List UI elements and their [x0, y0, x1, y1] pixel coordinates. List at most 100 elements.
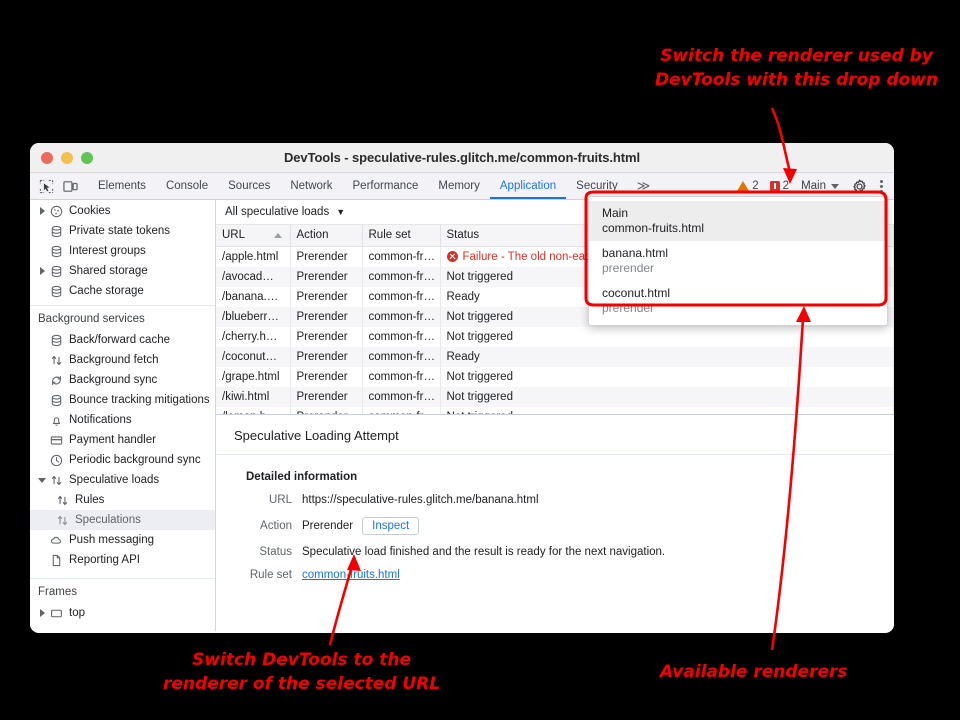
sidebar-item-background-sync[interactable]: Background sync — [30, 370, 215, 390]
more-tabs-icon[interactable]: ≫ — [628, 178, 660, 194]
error-circle-icon — [447, 251, 458, 262]
disclosure-triangle-icon[interactable] — [36, 207, 48, 215]
background-services-group: Back/forward cache Background fetch — [30, 330, 215, 570]
cell-status: Not triggered — [440, 407, 894, 416]
table-row[interactable]: /grape.html Prerender common-fr… Not tri… — [216, 367, 894, 387]
sidebar-item-background-fetch[interactable]: Background fetch — [30, 350, 215, 370]
cell-ruleset: common-fr… — [362, 327, 440, 347]
sidebar-item-push-messaging[interactable]: Push messaging — [30, 530, 215, 550]
settings-button[interactable] — [847, 179, 872, 194]
cell-ruleset: common-fr — [362, 407, 440, 416]
sidebar-item-reporting-api[interactable]: Reporting API — [30, 550, 215, 570]
sidebar-item-notifications[interactable]: Notifications — [30, 410, 215, 430]
tab-elements[interactable]: Elements — [88, 173, 156, 199]
tab-sources[interactable]: Sources — [218, 173, 280, 199]
error-count: 2 — [783, 180, 789, 192]
detail-label-status: Status — [216, 546, 302, 558]
chevron-down-icon — [831, 184, 839, 189]
table-row[interactable]: /kiwi.html Prerender common-fr… Not trig… — [216, 387, 894, 407]
table-row[interactable]: /coconut… Prerender common-fr… Ready — [216, 347, 894, 367]
sidebar-item-shared-storage[interactable]: Shared storage — [30, 261, 215, 281]
sidebar-item-speculations[interactable]: Speculations — [30, 510, 215, 530]
tab-list: Elements Console Sources Network Perform… — [88, 173, 659, 199]
window-titlebar: DevTools - speculative-rules.glitch.me/c… — [30, 143, 894, 173]
tab-performance[interactable]: Performance — [343, 173, 429, 199]
detail-row-status: Status Speculative load finished and the… — [216, 535, 894, 558]
cookie-icon — [48, 205, 64, 218]
sidebar-item-private-state-tokens[interactable]: Private state tokens — [30, 221, 215, 241]
renderer-dropdown[interactable]: Main — [796, 180, 844, 192]
column-header-action[interactable]: Action — [290, 225, 362, 246]
ruleset-link[interactable]: common-fruits.html — [302, 569, 400, 581]
detail-label-url: URL — [216, 494, 302, 506]
sidebar-item-interest-groups[interactable]: Interest groups — [30, 241, 215, 261]
sidebar-item-cache-storage[interactable]: Cache storage — [30, 281, 215, 301]
updown-arrows-icon — [54, 514, 70, 527]
inspect-button[interactable]: Inspect — [362, 517, 419, 535]
renderer-option-banana[interactable]: banana.html prerender — [589, 241, 887, 281]
sidebar-item-payment-handler[interactable]: Payment handler — [30, 430, 215, 450]
disclosure-triangle-icon[interactable] — [36, 478, 48, 483]
disclosure-triangle-icon[interactable] — [36, 609, 48, 617]
application-sidebar[interactable]: Cookies Private state tokens — [30, 200, 216, 631]
tab-network[interactable]: Network — [280, 173, 342, 199]
cell-url: /banana.… — [216, 287, 290, 307]
column-label: URL — [222, 229, 245, 241]
tab-console[interactable]: Console — [156, 173, 218, 199]
sidebar-item-label: Payment handler — [69, 434, 156, 446]
sidebar-item-speculative-loads[interactable]: Speculative loads — [30, 470, 215, 490]
cell-url: /lemon.h — [216, 407, 290, 416]
database-icon — [48, 245, 64, 258]
detail-row-action: Action Prerender Inspect — [216, 506, 894, 535]
column-header-ruleset[interactable]: Rule set — [362, 225, 440, 246]
cell-action: Prerender — [290, 327, 362, 347]
cell-status: Not triggered — [440, 327, 894, 347]
tab-application[interactable]: Application — [490, 173, 566, 199]
sidebar-section-background-services: Background services — [30, 306, 215, 330]
sidebar-item-rules[interactable]: Rules — [30, 490, 215, 510]
column-header-url[interactable]: URL — [216, 225, 290, 246]
device-toolbar-icon[interactable] — [63, 179, 78, 194]
renderer-option-main[interactable]: Main common-fruits.html — [589, 201, 887, 241]
cell-action: Prerender — [290, 287, 362, 307]
sidebar-item-back-forward-cache[interactable]: Back/forward cache — [30, 330, 215, 350]
cell-action: Prerender — [290, 367, 362, 387]
detail-title: Speculative Loading Attempt — [216, 415, 894, 455]
tab-memory[interactable]: Memory — [428, 173, 490, 199]
sidebar-item-label: Bounce tracking mitigations — [69, 394, 210, 406]
cell-action: Prerender — [290, 407, 362, 416]
table-row[interactable]: /lemon.h Prerender common-fr Not trigger… — [216, 407, 894, 416]
card-icon — [48, 434, 64, 447]
disclosure-triangle-icon[interactable] — [36, 267, 48, 275]
filter-label: All speculative loads — [225, 206, 329, 218]
renderer-option-primary: Main — [602, 206, 874, 221]
cell-action: Prerender — [290, 387, 362, 407]
sidebar-item-label: Push messaging — [69, 534, 154, 546]
cell-action: Prerender — [290, 307, 362, 327]
sidebar-item-bounce-tracking-mitigations[interactable]: Bounce tracking mitigations — [30, 390, 215, 410]
overflow-menu-button[interactable] — [875, 180, 888, 193]
sidebar-item-label: Interest groups — [69, 245, 146, 257]
sidebar-item-periodic-background-sync[interactable]: Periodic background sync — [30, 450, 215, 470]
screenshot-root: DevTools - speculative-rules.glitch.me/c… — [0, 0, 960, 720]
clock-icon — [48, 454, 64, 467]
cell-url: /coconut… — [216, 347, 290, 367]
renderer-option-coconut[interactable]: coconut.html prerender — [589, 281, 887, 321]
cell-url: /apple.html — [216, 246, 290, 267]
renderer-dropdown-popup[interactable]: Main common-fruits.html banana.html prer… — [588, 196, 888, 326]
sidebar-item-label: Background fetch — [69, 354, 159, 366]
inspect-element-icon[interactable] — [39, 179, 54, 194]
cell-status: Not triggered — [440, 387, 894, 407]
table-row[interactable]: /cherry.h… Prerender common-fr… Not trig… — [216, 327, 894, 347]
detail-row-ruleset: Rule set common-fruits.html — [216, 558, 894, 581]
error-badge[interactable]: 2 — [766, 180, 793, 192]
renderer-option-primary: banana.html — [602, 246, 874, 261]
sidebar-item-top-frame[interactable]: top — [30, 603, 215, 623]
warning-badge[interactable]: 2 — [733, 180, 762, 192]
sidebar-item-label: Back/forward cache — [69, 334, 170, 346]
detail-value-status: Speculative load finished and the result… — [302, 546, 665, 558]
kebab-menu-icon — [880, 180, 883, 193]
sidebar-item-cookies[interactable]: Cookies — [30, 201, 215, 221]
window-title: DevTools - speculative-rules.glitch.me/c… — [30, 150, 894, 165]
sort-ascending-icon — [274, 233, 282, 238]
